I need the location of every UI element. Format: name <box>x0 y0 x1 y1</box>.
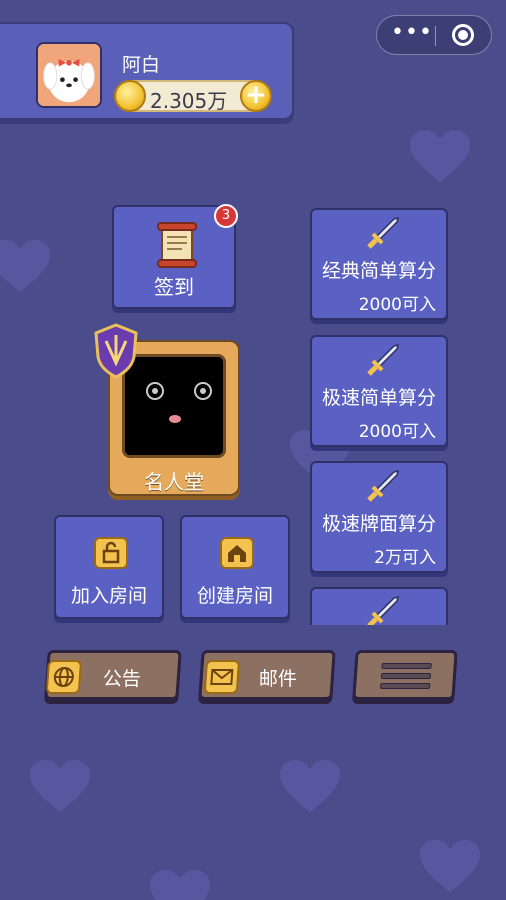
capsule-divider <box>435 26 436 46</box>
rank-shield-icon <box>94 323 138 379</box>
menu-button[interactable] <box>352 650 458 700</box>
coin-balance: 2.305万 + <box>114 80 272 113</box>
heart-pattern-icon <box>150 870 210 900</box>
heart-pattern-icon <box>0 240 50 294</box>
sword-icon <box>367 595 400 625</box>
hamburger-menu-icon <box>380 663 432 691</box>
add-coins-button[interactable]: + <box>240 80 272 112</box>
mode-list-overflow <box>305 575 455 625</box>
mode-title: 极速简单算分 <box>321 387 436 409</box>
sword-icon <box>367 343 400 376</box>
coin-value: 2.305万 <box>150 89 228 113</box>
profile-card[interactable]: 阿白 2.305万 + <box>0 22 294 120</box>
signin-label: 签到 <box>154 275 194 299</box>
create-room-button[interactable]: 创建房间 <box>180 515 290 619</box>
mode-cost: 2000可入 <box>358 422 436 442</box>
background-pattern <box>0 0 506 900</box>
mode-title: 极速牌面算分 <box>321 513 436 535</box>
heart-pattern-icon <box>410 130 470 184</box>
username: 阿白 <box>122 54 161 76</box>
mode-partial-button[interactable] <box>310 587 448 625</box>
miniprogram-capsule: ••• <box>376 15 492 55</box>
heart-pattern-icon <box>30 760 90 814</box>
mode-fast-card-face-button[interactable]: 极速牌面算分 2万可入 <box>310 461 448 573</box>
coin-icon <box>114 80 146 112</box>
notification-badge: 3 <box>214 204 238 228</box>
heart-pattern-icon <box>280 760 340 814</box>
dog-avatar-icon <box>38 44 100 106</box>
home-icon <box>220 537 254 569</box>
globe-icon <box>45 660 83 694</box>
mode-cost: 2000可入 <box>358 295 436 315</box>
envelope-icon <box>203 660 241 694</box>
hall-of-fame-label: 名人堂 <box>144 470 204 494</box>
join-room-button[interactable]: 加入房间 <box>54 515 164 619</box>
mode-fast-simple-button[interactable]: 极速简单算分 2000可入 <box>310 335 448 447</box>
scroll-icon <box>157 222 197 268</box>
close-target-icon[interactable] <box>452 24 474 46</box>
mode-cost: 2万可入 <box>374 548 436 568</box>
lock-icon <box>94 537 128 569</box>
heart-pattern-icon <box>420 840 480 894</box>
avatar[interactable] <box>36 42 102 108</box>
mail-button[interactable]: 邮件 <box>198 650 336 700</box>
notice-label: 公告 <box>102 668 141 690</box>
notice-button[interactable]: 公告 <box>44 650 182 700</box>
mail-label: 邮件 <box>258 668 297 690</box>
join-room-label: 加入房间 <box>70 585 147 607</box>
mode-title: 经典简单算分 <box>321 260 436 282</box>
sword-icon <box>367 216 400 249</box>
sword-icon <box>367 469 400 502</box>
create-room-label: 创建房间 <box>196 585 273 607</box>
mode-classic-simple-button[interactable]: 经典简单算分 2000可入 <box>310 208 448 320</box>
more-dots-icon[interactable]: ••• <box>391 22 432 46</box>
